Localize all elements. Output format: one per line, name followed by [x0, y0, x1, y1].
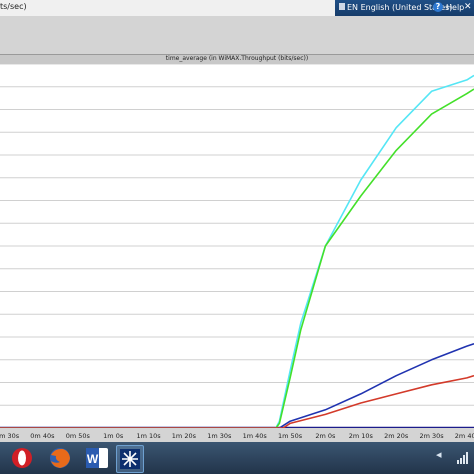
x-tick-label: 2m 40s	[455, 432, 474, 440]
language-bar[interactable]: EN English (United States) ? Help ✕	[335, 0, 474, 16]
app-button[interactable]	[116, 445, 144, 473]
help-icon[interactable]: ?	[433, 2, 443, 12]
x-tick-label: 0m 50s	[66, 432, 91, 440]
x-tick-label: 1m 30s	[207, 432, 232, 440]
throughput-chart	[0, 64, 474, 428]
opera-icon	[12, 448, 32, 468]
tray-expand-icon[interactable]: ◂	[436, 448, 442, 461]
x-tick-label: 0m 30s	[0, 432, 20, 440]
taskbar: W ◂	[0, 442, 474, 474]
help-label[interactable]: Help	[446, 3, 464, 12]
x-axis-ticks: 0m 30s 0m 40s 0m 50s 1m 0s 1m 10s 1m 20s 1m 30…	[0, 432, 474, 440]
x-tick-label: 1m 50s	[278, 432, 303, 440]
close-icon[interactable]: ✕	[464, 2, 473, 12]
window-title-bar: ts/sec) EN English (United States) ? Hel…	[0, 0, 474, 16]
network-icon[interactable]	[457, 452, 469, 464]
x-tick-label: 2m 30s	[419, 432, 444, 440]
x-tick-label: 0m 40s	[30, 432, 55, 440]
x-tick-label: 1m 40s	[243, 432, 268, 440]
analysis-panel-header	[0, 16, 474, 55]
x-tick-label: 2m 20s	[384, 432, 409, 440]
x-tick-label: 1m 10s	[136, 432, 161, 440]
word-icon: W	[86, 448, 108, 468]
x-tick-label: 2m 10s	[349, 432, 374, 440]
x-tick-label: 2m 0s	[315, 432, 336, 440]
x-tick-label: 1m 0s	[103, 432, 124, 440]
star-app-icon	[120, 449, 140, 469]
opera-button[interactable]	[9, 445, 35, 471]
firefox-button[interactable]	[47, 445, 73, 471]
x-axis: 0m 30s 0m 40s 0m 50s 1m 0s 1m 10s 1m 20s 1m 30…	[0, 428, 474, 442]
word-button[interactable]: W	[84, 445, 110, 471]
word-icon-label: W	[87, 452, 99, 466]
firefox-icon	[50, 448, 70, 468]
language-icon	[339, 3, 345, 10]
chart-title: time_average (in WiMAX.Throughput (bits/…	[165, 55, 309, 62]
window-title: ts/sec)	[0, 2, 27, 11]
x-tick-label: 1m 20s	[172, 432, 197, 440]
